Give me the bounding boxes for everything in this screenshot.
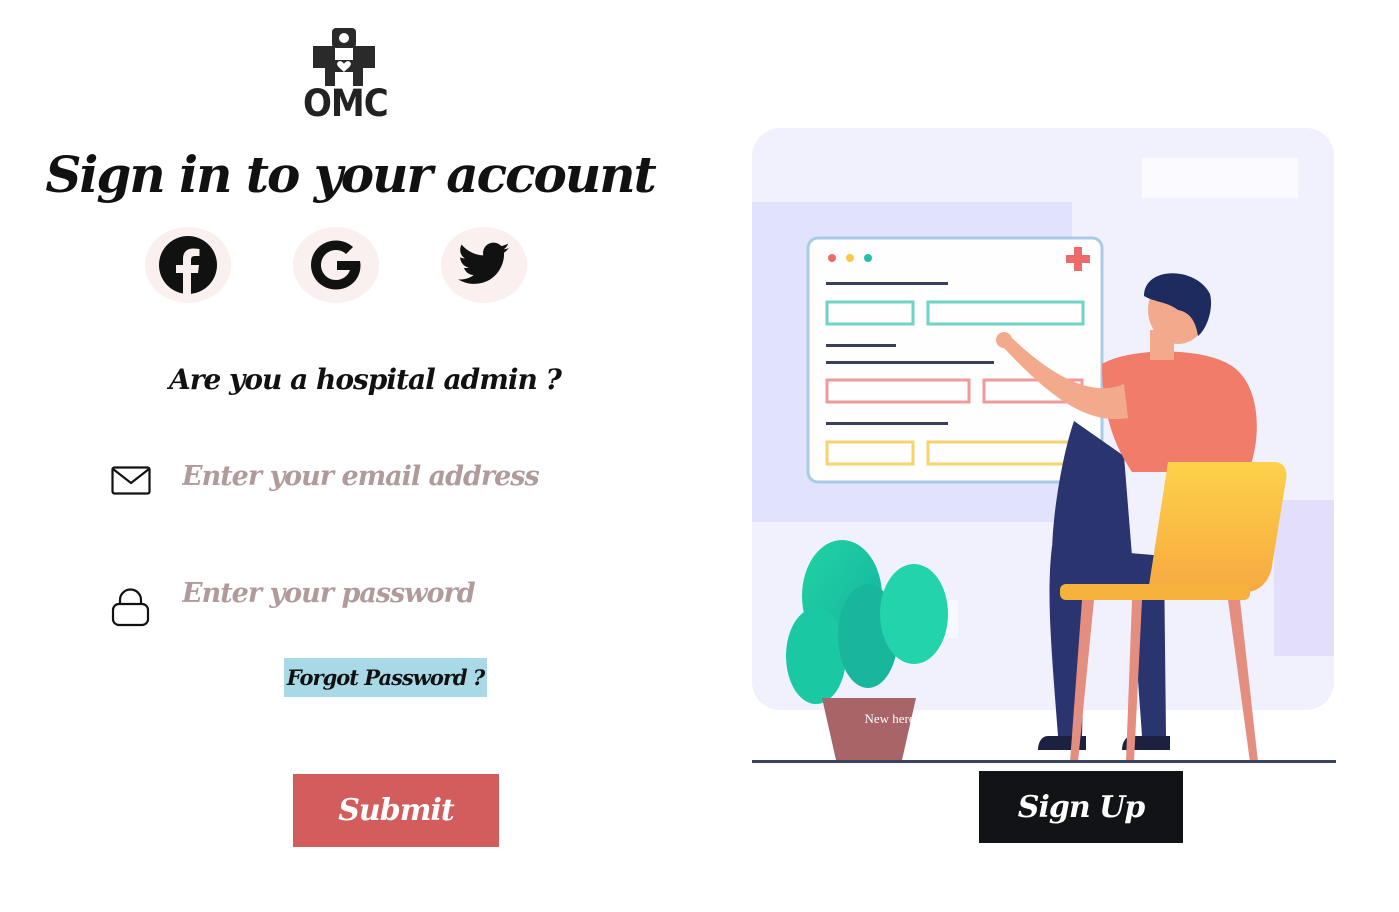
submit-button[interactable]: Submit	[293, 774, 499, 847]
twitter-icon	[458, 242, 510, 284]
email-field[interactable]	[182, 454, 602, 498]
facebook-icon	[159, 236, 217, 295]
logo-mark-icon	[313, 28, 375, 86]
twitter-login-button[interactable]	[441, 227, 527, 303]
google-login-button[interactable]	[293, 227, 379, 303]
new-account-prompt: New here ? create a new account	[864, 711, 1036, 726]
logo: OMC	[303, 28, 389, 126]
password-field[interactable]	[182, 571, 602, 615]
hero-illustration	[752, 126, 1336, 766]
signup-button[interactable]: Sign Up	[979, 771, 1183, 843]
envelope-icon	[110, 462, 152, 500]
hospital-admin-prompt: Are you a hospital admin ?	[169, 363, 562, 396]
logo-text: OMC	[303, 82, 389, 126]
facebook-login-button[interactable]	[145, 227, 231, 303]
lock-icon	[110, 588, 152, 627]
forgot-password-link[interactable]: Forgot Password ?	[284, 658, 487, 697]
page-title: Sign in to your account	[45, 145, 656, 204]
google-icon	[311, 240, 361, 290]
